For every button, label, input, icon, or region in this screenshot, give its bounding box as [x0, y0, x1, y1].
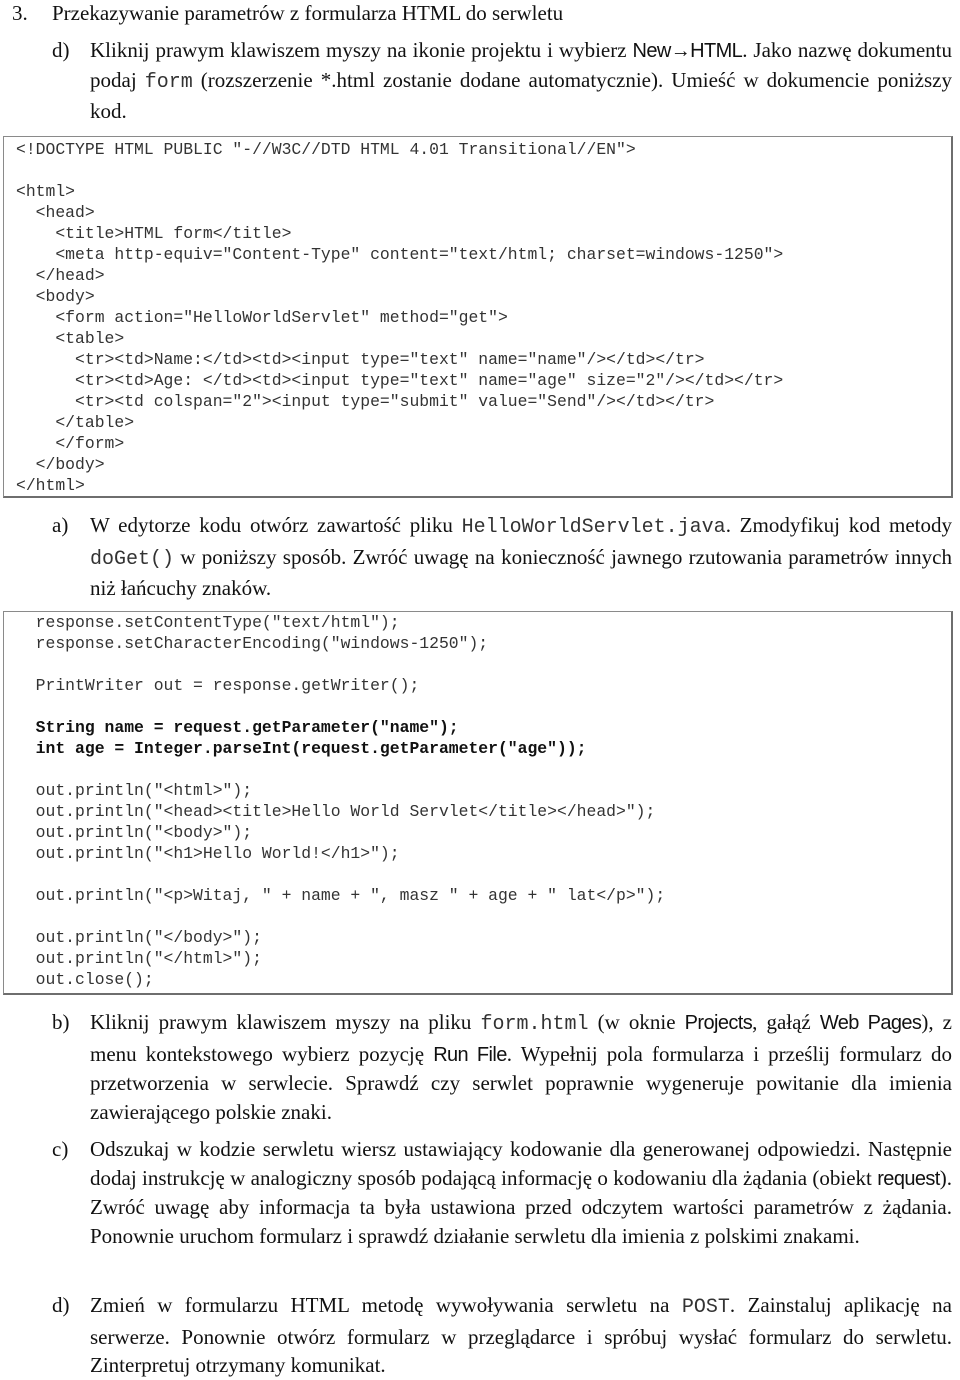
html-code-block: <!DOCTYPE HTML PUBLIC "-//W3C//DTD HTML … [3, 136, 953, 498]
code-line: String name = request.getParameter("name… [16, 718, 459, 737]
method-name: POST [681, 1296, 730, 1319]
step-marker: d) [52, 1293, 70, 1317]
file-name: HelloWorldServlet.java [461, 516, 726, 539]
step-b-run-file: b) Kliknij prawym klawiszem myszy na pli… [52, 1008, 952, 1126]
code-line: </form> [16, 434, 125, 453]
method-name: doGet() [90, 547, 175, 571]
step-a-modify-servlet: a) W edytorze kodu otwórz zawartość plik… [52, 511, 952, 603]
step-d-post-method: d) Zmień w formularzu HTML metodę wywoły… [52, 1291, 952, 1380]
code-line: <title>HTML form</title> [16, 224, 292, 243]
menu-item-name: Run File [433, 1043, 507, 1066]
code-line: </table> [16, 413, 135, 432]
code-line: <head> [16, 203, 95, 222]
code-line: </html> [16, 476, 85, 495]
branch-name: Web Pages [819, 1012, 922, 1034]
step-marker: d) [52, 38, 70, 62]
step-text: Zmień w formularzu HTML metodę wywoływan… [90, 1293, 952, 1377]
code-line: <form action="HelloWorldServlet" method=… [16, 308, 508, 327]
code-line: out.println("<body>"); [16, 823, 253, 842]
step-text: W edytorze kodu otwórz zawartość pliku H… [90, 513, 952, 600]
code-line: response.setContentType("text/html"); [16, 613, 400, 632]
code-line: out.println("<head><title>Hello World Se… [16, 802, 656, 821]
code-line: out.println("<h1>Hello World!</h1>"); [16, 844, 400, 863]
code-line: <!DOCTYPE HTML PUBLIC "-//W3C//DTD HTML … [16, 140, 636, 159]
file-name: form.html [480, 1013, 589, 1036]
step-text: Odszukaj w kodzie serwletu wiersz ustawi… [90, 1137, 952, 1248]
java-code: response.setContentType("text/html"); re… [16, 612, 951, 990]
section-heading: 3. Przekazywanie parametrów z formularza … [12, 0, 952, 26]
document-name: form [144, 70, 193, 94]
java-code-block: response.setContentType("text/html"); re… [3, 611, 953, 995]
step-c-request-encoding: c) Odszukaj w kodzie serwletu wiersz ust… [52, 1135, 952, 1250]
code-line: <tr><td colspan="2"><input type="submit"… [16, 392, 715, 411]
code-line: <table> [16, 329, 125, 348]
code-line: PrintWriter out = response.getWriter(); [16, 676, 420, 695]
code-line: out.println("<p>Witaj, " + name + ", mas… [16, 886, 666, 905]
section-number: 3. [12, 1, 28, 25]
html-code: <!DOCTYPE HTML PUBLIC "-//W3C//DTD HTML … [16, 139, 951, 496]
code-line: out.close(); [16, 970, 154, 989]
code-line: <tr><td>Age: </td><td><input type="text"… [16, 371, 784, 390]
step-text: Kliknij prawym klawiszem myszy na ikonie… [90, 38, 953, 123]
code-line: <html> [16, 182, 76, 201]
code-line: response.setCharacterEncoding("windows-1… [16, 634, 489, 653]
menu-path: New→HTML [632, 40, 743, 62]
code-line: <tr><td>Name:</td><td><input type="text"… [16, 350, 705, 369]
object-name: request [877, 1167, 940, 1190]
code-line: <meta http-equiv="Content-Type" content=… [16, 245, 784, 264]
step-marker: b) [52, 1010, 70, 1034]
code-line: out.println("</body>"); [16, 928, 262, 947]
section-title: Przekazywanie parametrów z formularza HT… [52, 1, 564, 25]
code-line: </body> [16, 455, 105, 474]
code-line: </head> [16, 266, 105, 285]
step-text: Kliknij prawym klawiszem myszy na pliku … [90, 1010, 952, 1124]
step-marker: c) [52, 1137, 69, 1161]
step-marker: a) [52, 513, 69, 537]
code-line: out.println("<html>"); [16, 781, 253, 800]
code-line: out.println("</html>"); [16, 949, 262, 968]
window-name: Projects [684, 1012, 753, 1034]
code-line: <body> [16, 287, 95, 306]
code-line: int age = Integer.parseInt(request.getPa… [16, 739, 587, 758]
step-d-create-html: d) Kliknij prawym klawiszem myszy na iko… [52, 36, 952, 126]
